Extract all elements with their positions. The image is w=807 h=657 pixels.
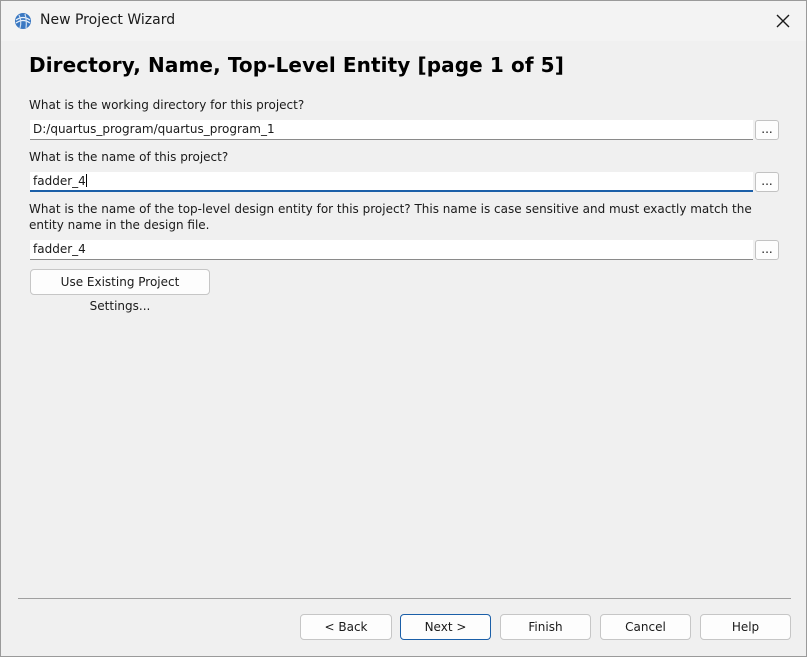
- title-bar: New Project Wizard: [1, 1, 806, 41]
- project-name-input[interactable]: fadder_4: [30, 172, 753, 192]
- next-button[interactable]: Next >: [400, 614, 491, 640]
- new-project-wizard-window: New Project Wizard Directory, Name, Top-…: [0, 0, 807, 657]
- project-name-label: What is the name of this project?: [29, 150, 229, 164]
- page-heading: Directory, Name, Top-Level Entity [page …: [29, 53, 564, 77]
- text-caret: [85, 174, 87, 187]
- project-name-browse-button[interactable]: ...: [755, 172, 779, 192]
- project-name-value: fadder_4: [33, 174, 86, 188]
- cancel-button[interactable]: Cancel: [600, 614, 691, 640]
- close-icon: [776, 14, 790, 28]
- finish-button[interactable]: Finish: [500, 614, 591, 640]
- footer-divider: [18, 598, 791, 599]
- directory-label: What is the working directory for this p…: [29, 98, 305, 112]
- directory-browse-button[interactable]: ...: [755, 120, 779, 140]
- top-entity-browse-button[interactable]: ...: [755, 240, 779, 260]
- back-button[interactable]: < Back: [300, 614, 392, 640]
- directory-input[interactable]: D:/quartus_program/quartus_program_1: [30, 120, 753, 140]
- top-entity-input[interactable]: fadder_4: [30, 240, 753, 260]
- close-button[interactable]: [768, 7, 798, 35]
- use-existing-settings-button[interactable]: Use Existing Project Settings...: [30, 269, 210, 313]
- window-title: New Project Wizard: [40, 12, 176, 28]
- help-button[interactable]: Help: [700, 614, 791, 640]
- quartus-app-icon: [14, 12, 32, 30]
- top-entity-label: What is the name of the top-level design…: [29, 202, 752, 232]
